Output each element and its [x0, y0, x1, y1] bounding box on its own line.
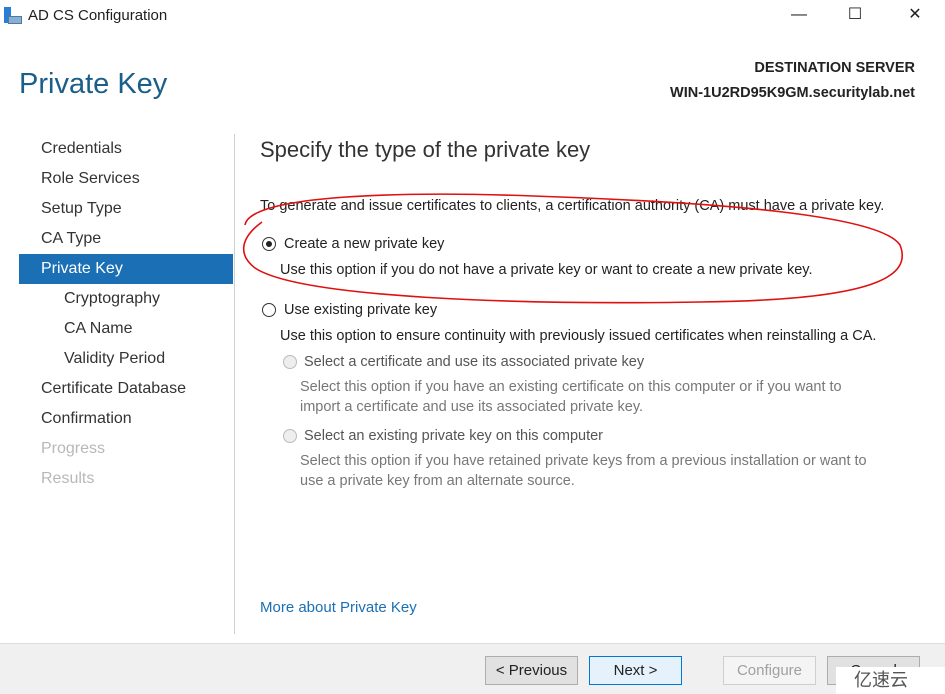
close-button[interactable]: ✕: [892, 0, 938, 32]
wizard-nav: Credentials Role Services Setup Type CA …: [19, 134, 233, 494]
use-existing-key-radio[interactable]: [262, 303, 276, 317]
select-certificate-label: Select a certificate and use its associa…: [304, 354, 645, 370]
intro-text: To generate and issue certificates to cl…: [260, 198, 885, 214]
watermark-logo: 亿速云: [836, 667, 945, 694]
use-existing-key-label[interactable]: Use existing private key: [284, 302, 437, 318]
window-title: AD CS Configuration: [28, 7, 168, 24]
nav-item-ca-type[interactable]: CA Type: [19, 224, 233, 254]
next-button[interactable]: Next >: [589, 656, 682, 685]
select-certificate-radio: [283, 355, 297, 369]
nav-item-certificate-database[interactable]: Certificate Database: [19, 374, 233, 404]
title-bar: AD CS Configuration — ☐ ✕: [0, 0, 945, 32]
nav-item-role-services[interactable]: Role Services: [19, 164, 233, 194]
nav-item-private-key[interactable]: Private Key: [19, 254, 233, 284]
nav-item-validity-period[interactable]: Validity Period: [19, 344, 233, 374]
page-title: Private Key: [19, 68, 168, 100]
create-new-key-label[interactable]: Create a new private key: [284, 236, 444, 252]
destination-server: DESTINATION SERVER WIN-1U2RD95K9GM.secur…: [670, 56, 915, 106]
select-existing-key-desc-2: use a private key from an alternate sour…: [300, 473, 575, 489]
nav-item-ca-name[interactable]: CA Name: [19, 314, 233, 344]
destination-label: DESTINATION SERVER: [754, 60, 915, 76]
select-existing-key-label: Select an existing private key on this c…: [304, 428, 604, 444]
nav-item-results: Results: [41, 470, 95, 487]
nav-item-credentials[interactable]: Credentials: [19, 134, 233, 164]
more-about-private-key-link[interactable]: More about Private Key: [260, 599, 417, 616]
minimize-button[interactable]: —: [776, 0, 822, 32]
select-certificate-desc-2: import a certificate and use its associa…: [300, 399, 644, 415]
select-certificate-desc-1: Select this option if you have an existi…: [300, 379, 842, 395]
nav-item-progress: Progress: [41, 440, 106, 457]
nav-item-setup-type[interactable]: Setup Type: [19, 194, 233, 224]
maximize-button[interactable]: ☐: [832, 0, 878, 32]
use-existing-key-desc: Use this option to ensure continuity wit…: [280, 328, 877, 344]
select-existing-key-desc-1: Select this option if you have retained …: [300, 453, 867, 469]
create-new-key-desc: Use this option if you do not have a pri…: [280, 262, 813, 278]
nav-item-confirmation[interactable]: Confirmation: [19, 404, 233, 434]
configure-button: Configure: [723, 656, 816, 685]
divider: [234, 134, 235, 634]
create-new-key-radio[interactable]: [262, 237, 276, 251]
section-heading: Specify the type of the private key: [260, 137, 591, 162]
nav-item-cryptography[interactable]: Cryptography: [19, 284, 233, 314]
destination-server-name: WIN-1U2RD95K9GM.securitylab.net: [670, 85, 915, 101]
server-manager-icon: [4, 7, 22, 25]
previous-button[interactable]: < Previous: [485, 656, 578, 685]
select-existing-key-radio: [283, 429, 297, 443]
